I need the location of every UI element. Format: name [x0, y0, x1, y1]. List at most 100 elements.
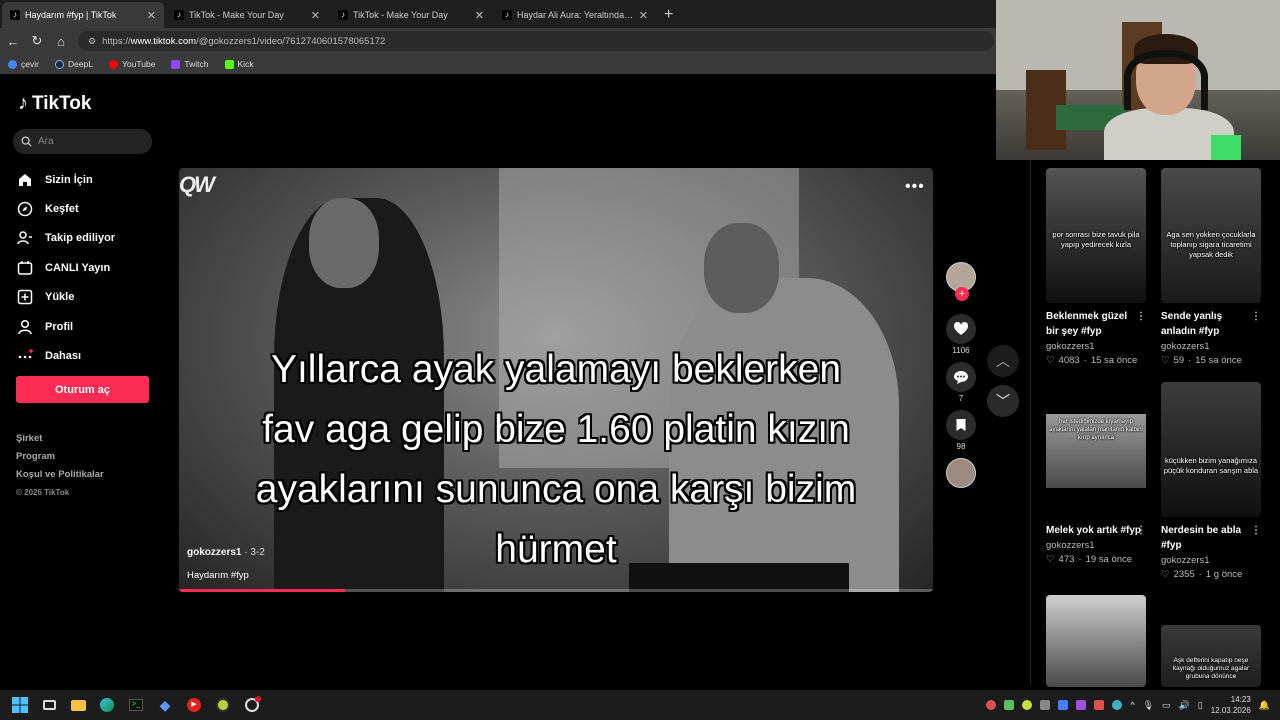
video-progress-bar[interactable] — [179, 589, 933, 592]
tray-app-icon[interactable] — [1040, 700, 1051, 710]
bookmark-cevir[interactable]: çevir — [8, 59, 39, 69]
tray-app-icon[interactable] — [1112, 700, 1123, 710]
footer-program-link[interactable]: Program — [16, 448, 104, 466]
video-author[interactable]: gokozzers1 — [1046, 341, 1156, 352]
close-tab-icon[interactable]: ✕ — [147, 9, 156, 22]
video-thumbnail[interactable]: Aga sen yokken çocuklarla toplanıp sigar… — [1161, 168, 1261, 303]
recommended-video[interactable] — [1046, 595, 1156, 687]
video-author[interactable]: gokozzers1 — [1161, 341, 1271, 352]
tray-app-icon[interactable] — [1022, 700, 1033, 710]
task-view-icon[interactable] — [39, 695, 59, 715]
close-tab-icon[interactable]: ✕ — [311, 9, 320, 22]
tiktok-favicon-icon: ♪ — [502, 10, 512, 20]
recommended-video[interactable]: küçükken bizim yanağımıza püçük konduran… — [1161, 382, 1271, 580]
edge-browser-icon[interactable] — [97, 695, 117, 715]
more-vertical-icon[interactable]: ⋮ — [1251, 523, 1261, 538]
video-player[interactable]: QW ••• Yıllarca ayak yalamayı beklerken … — [179, 168, 933, 592]
browser-tab[interactable]: ♪ TikTok - Make Your Day ✕ — [330, 2, 492, 28]
chatgpt-icon[interactable] — [242, 695, 262, 715]
nav-item-live[interactable]: CANLI Yayın — [17, 253, 157, 282]
profile-icon — [17, 319, 33, 335]
network-icon[interactable]: ▭ — [1162, 700, 1171, 711]
comment-button[interactable] — [946, 362, 976, 392]
nav-item-explore[interactable]: Keşfet — [17, 194, 157, 223]
footer-terms-link[interactable]: Koşul ve Politikalar — [16, 466, 104, 484]
game-app-icon[interactable] — [213, 695, 233, 715]
comment-icon — [954, 371, 968, 384]
login-button[interactable]: Oturum aç — [16, 376, 149, 403]
video-thumbnail[interactable]: küçükken bizim yanağımıza püçük konduran… — [1161, 382, 1261, 517]
recommended-video[interactable]: her istediğimizde kıyamayıp ayaklarını y… — [1046, 382, 1156, 565]
tray-app-icon[interactable] — [1058, 700, 1069, 710]
search-input[interactable] — [38, 136, 138, 147]
video-author[interactable]: gokozzers1 — [1161, 555, 1271, 566]
nav-item-more[interactable]: Dahası — [17, 341, 157, 370]
nav-item-following[interactable]: Takip ediliyor — [17, 224, 157, 253]
follow-plus-icon[interactable]: + — [955, 287, 969, 301]
site-info-icon[interactable]: ⚙ — [88, 36, 96, 47]
windows-taskbar: >_ ◆ ▶ ^ 🎙 ▭ 🔊 ▯ 14:23 12.03.2026 🔔 — [0, 690, 1280, 720]
home-browser-icon[interactable]: ⌂ — [54, 34, 68, 49]
start-icon[interactable] — [10, 695, 30, 715]
terminal-icon[interactable]: >_ — [126, 695, 146, 715]
music-avatar[interactable] — [946, 458, 976, 488]
nav-item-upload[interactable]: Yükle — [17, 283, 157, 312]
notification-bell-icon[interactable]: 🔔 — [1259, 700, 1270, 711]
system-tray: ^ 🎙 ▭ 🔊 ▯ 14:23 12.03.2026 🔔 — [986, 690, 1270, 720]
url-field[interactable]: ⚙ https://www.tiktok.com/@gokozzers1/vid… — [78, 31, 994, 51]
video-thumbnail[interactable]: por sonrası bize tavuk pila yapıp yedire… — [1046, 168, 1146, 303]
more-vertical-icon[interactable]: ⋮ — [1136, 309, 1146, 324]
video-thumbnail[interactable] — [1046, 595, 1146, 687]
like-button[interactable] — [946, 314, 976, 344]
tray-app-icon[interactable] — [986, 700, 997, 710]
back-icon[interactable]: ← — [6, 34, 20, 49]
vpn-icon[interactable]: ◆ — [155, 695, 175, 715]
close-tab-icon[interactable]: ✕ — [639, 9, 648, 22]
recommended-video[interactable]: por sonrası bize tavuk pila yapıp yedire… — [1046, 168, 1156, 366]
side-nav: Sizin İçin Keşfet Takip ediliyor CANLI Y… — [17, 165, 157, 371]
bookmark-youtube[interactable]: YouTube — [109, 59, 155, 69]
microphone-icon[interactable]: 🎙 — [1143, 700, 1154, 711]
more-options-icon[interactable]: ••• — [905, 178, 925, 196]
footer-company-link[interactable]: Şirket — [16, 430, 104, 448]
volume-icon[interactable]: 🔊 — [1179, 700, 1190, 711]
new-tab-icon[interactable]: + — [656, 6, 681, 28]
video-author[interactable]: gokozzers1 · 3-2 — [187, 547, 265, 558]
browser-tab[interactable]: ♪ Haydarım #fyp | TikTok ✕ — [2, 2, 164, 28]
file-explorer-icon[interactable] — [68, 695, 88, 715]
more-vertical-icon[interactable]: ⋮ — [1251, 309, 1261, 324]
bookmark-kick[interactable]: Kick — [224, 59, 254, 69]
video-meta: ♡ 2355 · 1 g önce — [1161, 569, 1243, 580]
kick-icon — [224, 59, 234, 69]
nav-item-profile[interactable]: Profil — [17, 312, 157, 341]
reload-icon[interactable]: ↻ — [30, 33, 44, 49]
bookmark-twitch[interactable]: Twitch — [171, 59, 209, 69]
tray-app-icon[interactable] — [1004, 700, 1015, 710]
video-date: · 3-2 — [244, 547, 265, 558]
battery-icon[interactable]: ▯ — [1198, 700, 1203, 711]
tray-app-icon[interactable] — [1076, 700, 1087, 710]
bookmark-deepl[interactable]: DeepL — [54, 59, 93, 69]
video-thumbnail[interactable]: Aşk defterini kapatıp neşe kaynağı olduğ… — [1161, 625, 1261, 687]
previous-video-button[interactable]: ︿ — [987, 345, 1019, 377]
browser-tab[interactable]: ♪ Haydar Ali Aura: Yeraltından Notla ✕ — [494, 2, 656, 28]
next-video-button[interactable]: ﹀ — [987, 385, 1019, 417]
close-tab-icon[interactable]: ✕ — [475, 9, 484, 22]
video-author[interactable]: gokozzers1 — [1046, 540, 1156, 551]
tray-app-icon[interactable] — [1094, 700, 1105, 710]
chevron-up-icon[interactable]: ^ — [1130, 700, 1134, 710]
nav-item-for-you[interactable]: Sizin İçin — [17, 165, 157, 194]
youtube-app-icon[interactable]: ▶ — [184, 695, 204, 715]
video-thumbnail[interactable]: her istediğimizde kıyamayıp ayaklarını y… — [1046, 382, 1146, 517]
tiktok-logo[interactable]: ♪ TikTok — [18, 92, 91, 115]
heart-outline-icon: ♡ — [1046, 355, 1055, 366]
clock[interactable]: 14:23 12.03.2026 — [1211, 694, 1251, 716]
address-bar-row: ← ↻ ⌂ ⚙ https://www.tiktok.com/@gokozzer… — [0, 28, 1000, 54]
more-vertical-icon[interactable]: ⋮ — [1136, 523, 1146, 538]
search-box[interactable] — [13, 129, 152, 154]
recommended-video[interactable]: Aga sen yokken çocuklarla toplanıp sigar… — [1161, 168, 1271, 366]
browser-tab[interactable]: ♪ TikTok - Make Your Day ✕ — [166, 2, 328, 28]
recommended-video[interactable]: Aşk defterini kapatıp neşe kaynağı olduğ… — [1161, 625, 1271, 687]
save-button[interactable] — [946, 410, 976, 440]
author-avatar[interactable]: + — [946, 262, 976, 301]
